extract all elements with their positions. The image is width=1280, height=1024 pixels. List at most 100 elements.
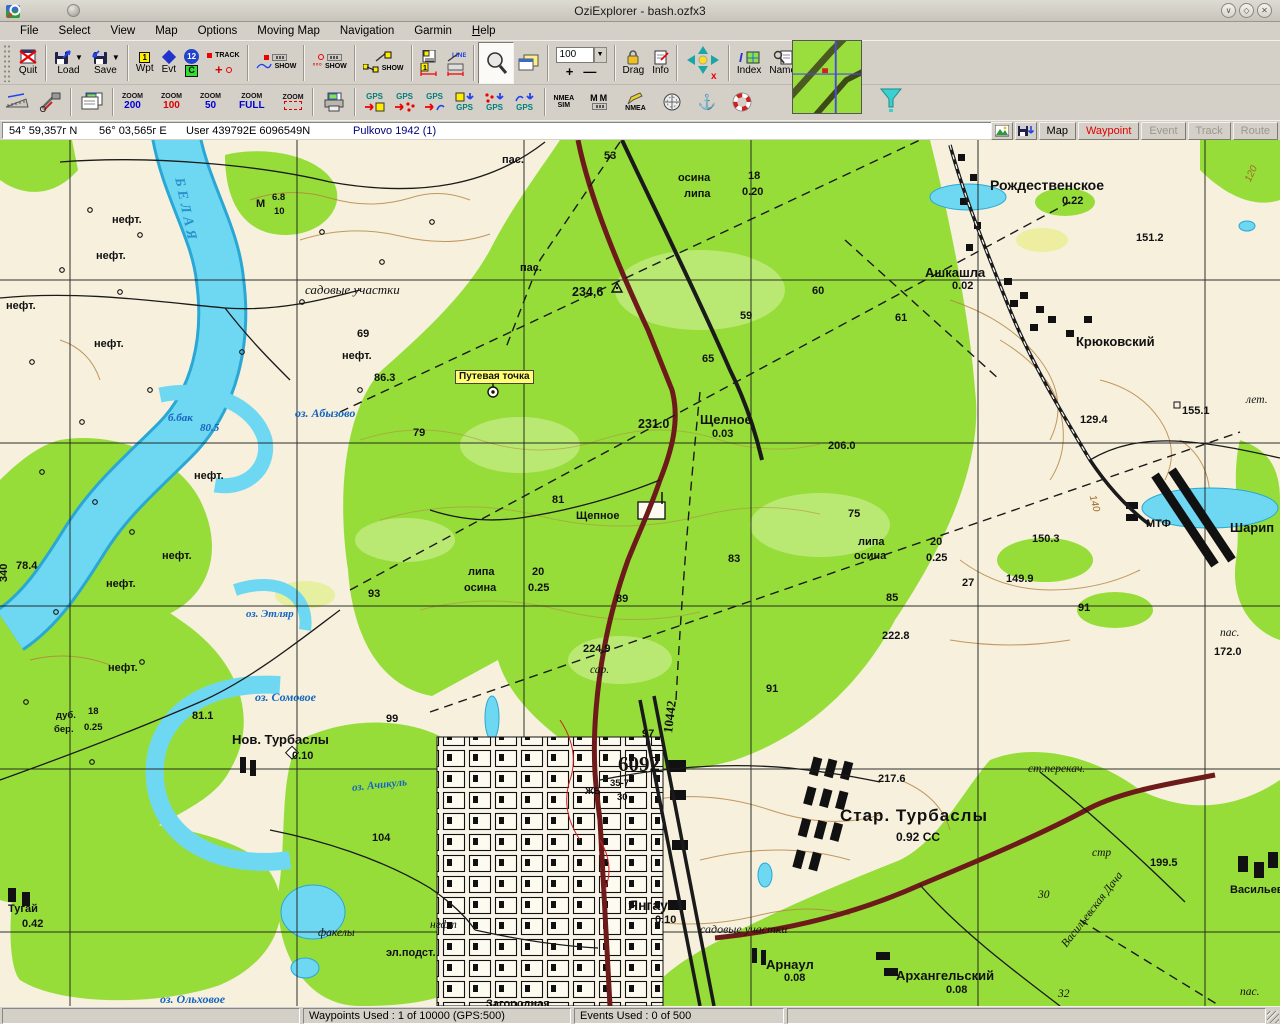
zoom-dropdown-button[interactable]: ▼ — [594, 47, 607, 63]
map-label: Васильев — [1230, 884, 1280, 896]
windows-button[interactable] — [514, 42, 544, 84]
map-label: осина — [464, 582, 496, 594]
drag-button[interactable]: Drag — [619, 42, 649, 84]
anchor-button[interactable]: ⚓ — [694, 87, 721, 117]
map-label: нефт. — [342, 350, 372, 362]
show-track-button[interactable]: SHOW — [252, 42, 301, 84]
waypoint-button[interactable]: 1 Wpt — [132, 42, 158, 84]
map-label: 32 — [1058, 988, 1070, 1000]
get-track-gps-button[interactable]: GPS — [510, 87, 540, 117]
map-label: нефт. — [6, 300, 36, 312]
menu-options[interactable]: Options — [188, 24, 248, 38]
save-button[interactable]: ▼ Save — [87, 42, 124, 84]
event-icon — [162, 50, 176, 64]
map-label: нефт. — [112, 214, 142, 226]
menu-moving-map[interactable]: Moving Map — [247, 24, 330, 38]
zoom-100-button[interactable]: ZOOM 100 — [157, 87, 186, 117]
nmea-simulator-button[interactable]: NMEA SIM — [550, 87, 579, 117]
show-waypoints-button[interactable]: °°° SHOW — [308, 42, 350, 84]
measure-button[interactable] — [0, 87, 34, 117]
mode-button-event[interactable]: Event — [1141, 122, 1185, 140]
mode-button-waypoint[interactable]: Waypoint — [1078, 122, 1139, 140]
nmea-log-button[interactable]: NMEA — [621, 87, 650, 117]
map-label: пас. — [1240, 986, 1259, 998]
moving-map-button[interactable]: MM — [586, 87, 613, 117]
waypoint-number-button[interactable]: 12 C — [180, 42, 203, 84]
mode-button-track[interactable]: Track — [1188, 122, 1231, 140]
send-track-gps-button[interactable]: GPS — [420, 87, 450, 117]
map-label: 27 — [962, 577, 974, 589]
svg-text:x: x — [711, 71, 717, 82]
map-label: 120 — [1243, 164, 1260, 184]
menu-map[interactable]: Map — [145, 24, 187, 38]
menu-help[interactable]: Help — [462, 24, 506, 38]
save-position-button[interactable] — [1015, 122, 1037, 140]
map-label: эл.подст. — [386, 947, 436, 959]
map-label: 0.08 — [784, 972, 805, 984]
event-button[interactable]: Evt — [158, 42, 180, 84]
map-label: 53 — [604, 150, 616, 162]
menu-select[interactable]: Select — [49, 24, 101, 38]
screenshot-button[interactable] — [991, 122, 1013, 140]
load-icon — [54, 49, 72, 65]
zoom-out-button[interactable]: — — [583, 64, 596, 79]
maximize-button[interactable]: ◇ — [1239, 3, 1254, 18]
filter-funnel-icon[interactable] — [880, 88, 902, 114]
send-waypoints-gps-button[interactable]: GPS — [360, 87, 390, 117]
menu-file[interactable]: File — [10, 24, 49, 38]
zoom-50-button[interactable]: ZOOM 50 — [196, 87, 225, 117]
resize-grip[interactable] — [1267, 1011, 1279, 1023]
send-route-gps-button[interactable]: GPS — [390, 87, 420, 117]
get-waypoints-gps-button[interactable]: GPS — [450, 87, 480, 117]
line-tools-button[interactable]: LINE — [442, 42, 470, 84]
zoom-level-input[interactable]: 100 — [556, 47, 594, 63]
compass-button[interactable] — [658, 87, 686, 117]
load-button[interactable]: ▼ Load — [50, 42, 87, 84]
map-label: нефт. — [96, 250, 126, 262]
image-options-button[interactable] — [76, 87, 108, 117]
print-button[interactable] — [318, 87, 350, 117]
help-lifebuoy-button[interactable] — [728, 87, 756, 117]
route-icon — [363, 64, 379, 73]
index-button[interactable]: I Index — [733, 42, 765, 84]
quit-button[interactable]: Quit — [14, 42, 42, 84]
titlebar-orb-icon — [67, 4, 80, 17]
close-button[interactable]: ✕ — [1257, 3, 1272, 18]
arrow-waypoint-icon — [364, 101, 386, 112]
map-label: Загородная — [486, 998, 550, 1006]
map-label: 0.02 — [952, 280, 973, 292]
track-curve-icon — [256, 62, 272, 70]
zoom-in-button[interactable]: + — [566, 64, 574, 79]
track-control-button[interactable]: TRACK + — [203, 42, 244, 84]
map-label: стр — [1092, 847, 1111, 859]
zoom-full-button[interactable]: ZOOM FULL — [235, 87, 269, 117]
map-label: Ашкашла — [925, 265, 985, 280]
info-button[interactable]: Info — [648, 42, 673, 84]
waypoint-marker[interactable] — [482, 381, 504, 403]
magnify-tool-button[interactable] — [478, 42, 514, 84]
mode-button-route[interactable]: Route — [1233, 122, 1278, 140]
map-preview-thumbnail[interactable] — [792, 40, 862, 114]
pan-control[interactable]: x — [681, 42, 725, 84]
mode-button-map[interactable]: Map — [1039, 122, 1076, 140]
toolbar-grip[interactable] — [3, 44, 11, 82]
zoom-window-button[interactable]: ZOOM — [279, 87, 308, 117]
menu-view[interactable]: View — [101, 24, 146, 38]
zoom-level-combo: 100 ▼ + — — [552, 47, 611, 79]
pan-arrows-icon: x — [683, 44, 723, 82]
menu-navigation[interactable]: Navigation — [330, 24, 404, 38]
minimize-button[interactable]: ∨ — [1221, 3, 1236, 18]
map-label: 129.4 — [1080, 414, 1108, 426]
waypoint-list-button[interactable]: 1 — [416, 42, 442, 84]
show-route-button[interactable]: SHOW — [359, 42, 408, 84]
map-label: 0.25 — [84, 722, 103, 733]
zoom-200-button[interactable]: ZOOM 200 — [118, 87, 147, 117]
map-label: 18 — [748, 170, 760, 182]
map-label: 20 — [532, 566, 544, 578]
menu-garmin[interactable]: Garmin — [404, 24, 462, 38]
title-bar[interactable]: OziExplorer - bash.ozfx3 ∨ ◇ ✕ — [0, 0, 1280, 22]
get-route-gps-button[interactable]: GPS — [480, 87, 510, 117]
map-tools-button[interactable] — [34, 87, 66, 117]
printer-icon — [322, 92, 346, 112]
map-canvas[interactable]: пас.53осиналипа180.20садовые участкипас.… — [0, 140, 1280, 1006]
